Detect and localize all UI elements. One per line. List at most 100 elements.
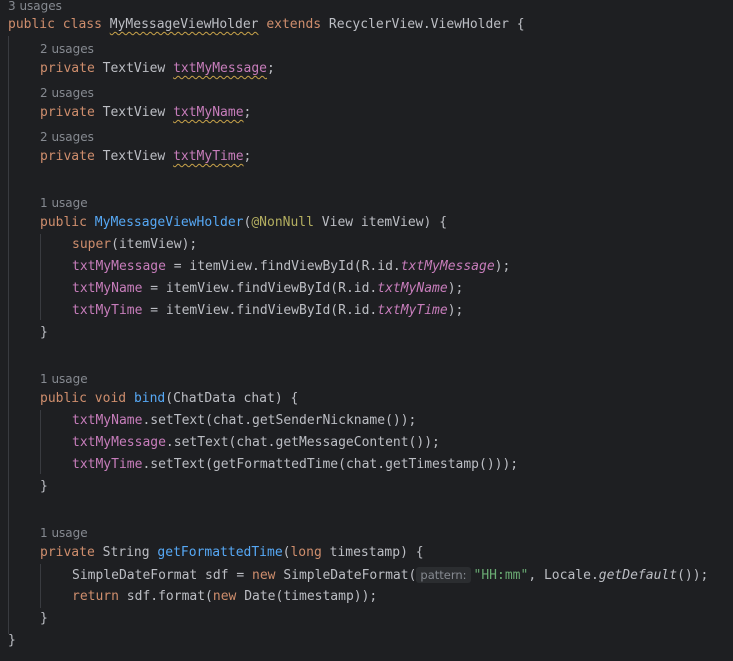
code-line[interactable]: public MyMessageViewHolder(@NonNull View…	[40, 212, 447, 234]
usages-hint[interactable]: 1 usage	[40, 371, 88, 387]
code-token: TextView	[94, 149, 174, 164]
code-token: ;	[243, 105, 252, 120]
code-token: , Locale.	[528, 568, 599, 583]
code-token: );	[447, 303, 464, 318]
code-token: new	[252, 568, 276, 583]
code-token: MyMessageViewHolder	[109, 17, 259, 32]
code-token: txtMyName	[377, 281, 448, 296]
code-token: }	[40, 325, 48, 340]
code-token: @NonNull	[251, 215, 314, 230]
code-line[interactable]: return sdf.format(new Date(timestamp));	[72, 586, 377, 608]
code-token: SimpleDateFormat(	[275, 568, 417, 583]
code-token: return	[72, 589, 119, 604]
code-line[interactable]: }	[40, 476, 48, 498]
code-token: .setText(chat.getMessageContent());	[165, 435, 440, 450]
code-token: View itemView) {	[313, 215, 448, 230]
code-token: bind	[133, 391, 166, 406]
usages-hint[interactable]: 2 usages	[40, 85, 94, 101]
code-line[interactable]: super(itemView);	[72, 234, 197, 256]
code-line[interactable]: txtMyMessage.setText(chat.getMessageCont…	[72, 432, 440, 454]
code-token: txtMyTime	[72, 457, 143, 472]
code-line[interactable]: private TextView txtMyMessage;	[40, 58, 275, 80]
code-token: .setText(getFormattedTime(chat.getTimest…	[142, 457, 519, 472]
code-token: extends	[266, 17, 322, 32]
code-line[interactable]: txtMyTime = itemView.findViewById(R.id.t…	[72, 300, 463, 322]
code-line[interactable]: txtMyTime.setText(getFormattedTime(chat.…	[72, 454, 518, 476]
code-line[interactable]: private String getFormattedTime(long tim…	[40, 542, 424, 564]
code-token: }	[40, 479, 48, 494]
code-token: (itemView);	[111, 237, 198, 252]
code-token: Date(timestamp));	[236, 589, 378, 604]
indent-guide	[8, 36, 9, 634]
code-token: SimpleDateFormat sdf =	[72, 568, 253, 583]
code-token: );	[447, 281, 464, 296]
code-token: txtMyMessage	[173, 61, 267, 76]
code-token: public	[40, 215, 87, 230]
code-token: private	[40, 149, 95, 164]
code-token: new	[212, 589, 237, 604]
code-token: txtMyTime	[72, 303, 143, 318]
code-token: txtMyTime	[173, 149, 244, 164]
code-token: .setText(chat.getSenderNickname());	[142, 413, 417, 428]
code-token: (ChatData chat) {	[165, 391, 299, 406]
usages-hint[interactable]: 2 usages	[40, 41, 94, 57]
code-token: = itemView.findViewById(R.id.	[142, 303, 378, 318]
code-token: txtMyMessage	[72, 435, 166, 450]
code-token: ;	[243, 149, 252, 164]
code-token: private	[40, 61, 95, 76]
usages-hint[interactable]: 1 usage	[40, 525, 88, 541]
usages-hint[interactable]: 3 usages	[8, 0, 62, 14]
code-token: TextView	[94, 61, 174, 76]
code-token: sdf.format(	[118, 589, 213, 604]
code-token: public	[40, 391, 87, 406]
code-line[interactable]: private TextView txtMyTime;	[40, 146, 251, 168]
indent-guide	[40, 234, 41, 320]
code-token: super	[72, 237, 112, 252]
code-token: }	[8, 633, 16, 648]
code-line[interactable]: }	[40, 322, 48, 344]
code-token: private	[40, 545, 95, 560]
code-line[interactable]: }	[8, 630, 16, 652]
code-line[interactable]: }	[40, 608, 48, 630]
code-token: long	[290, 545, 322, 560]
code-token: getFormattedTime	[157, 545, 283, 560]
parameter-hint: pattern:	[416, 567, 471, 583]
code-token: ;	[267, 61, 275, 76]
code-line[interactable]: txtMyName.setText(chat.getSenderNickname…	[72, 410, 416, 432]
code-token: }	[40, 611, 48, 626]
code-token: = itemView.findViewById(R.id.	[142, 281, 378, 296]
code-token: MyMessageViewHolder	[94, 215, 244, 230]
code-token: class	[62, 17, 102, 32]
code-token: txtMyMessage	[72, 259, 166, 274]
code-token: txtMyTime	[377, 303, 448, 318]
code-token: = itemView.findViewById(R.id.	[165, 259, 401, 274]
usages-hint[interactable]: 2 usages	[40, 129, 94, 145]
code-token: txtMyName	[72, 281, 143, 296]
code-token: void	[94, 391, 127, 406]
code-token: private	[40, 105, 95, 120]
code-line[interactable]: SimpleDateFormat sdf = new SimpleDateFor…	[72, 564, 708, 586]
code-token: TextView	[94, 105, 174, 120]
code-line[interactable]: private TextView txtMyName;	[40, 102, 251, 124]
code-token: txtMyName	[173, 105, 244, 120]
code-token: "HH:mm"	[473, 568, 529, 583]
code-line[interactable]: public class MyMessageViewHolder extends…	[8, 14, 525, 36]
usages-hint[interactable]: 1 usage	[40, 195, 88, 211]
code-token: txtMyName	[72, 413, 143, 428]
indent-guide	[40, 410, 41, 474]
code-token: ());	[677, 568, 709, 583]
code-line[interactable]: txtMyMessage = itemView.findViewById(R.i…	[72, 256, 510, 278]
code-token: String	[94, 545, 158, 560]
code-token: getDefault	[598, 568, 678, 583]
code-editor[interactable]: 3 usages public class MyMessageViewHolder…	[0, 0, 733, 661]
code-token: txtMyMessage	[400, 259, 495, 274]
code-token: RecyclerView.ViewHolder {	[321, 17, 525, 32]
code-token: timestamp) {	[321, 545, 424, 560]
code-line[interactable]: txtMyName = itemView.findViewById(R.id.t…	[72, 278, 463, 300]
code-token: public	[8, 17, 55, 32]
code-line[interactable]: public void bind(ChatData chat) {	[40, 388, 298, 410]
